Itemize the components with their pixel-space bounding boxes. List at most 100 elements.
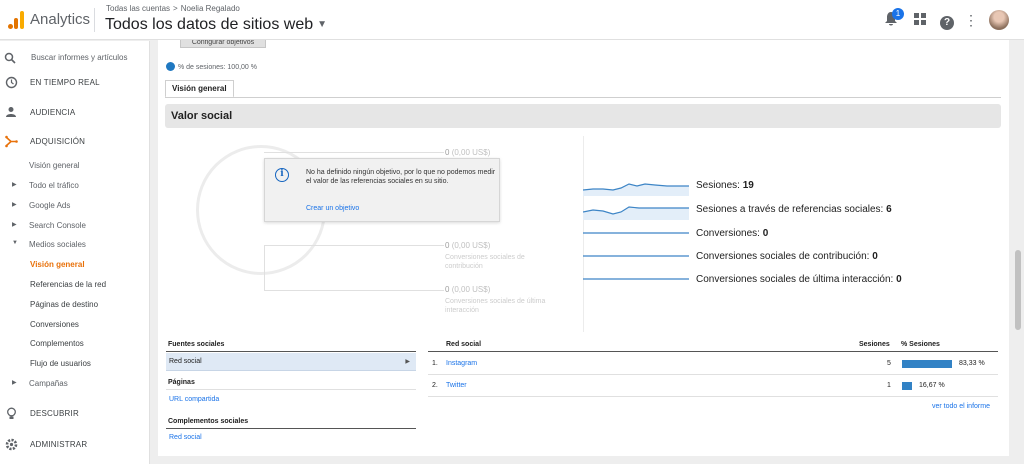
connector-line — [264, 152, 444, 153]
breadcrumb-separator: > — [173, 4, 178, 13]
value-money: (0,00 US$) — [451, 148, 491, 157]
source-social-network-row[interactable]: Red social ▶ — [166, 353, 416, 371]
row-sessions: 5 — [887, 360, 891, 367]
scrollbar[interactable] — [1015, 250, 1021, 330]
sidebar-sub-campaigns[interactable]: ▶ Campañas — [0, 376, 150, 392]
sidebar-sub-landing-pages[interactable]: Páginas de destino — [0, 297, 150, 313]
col-percent-sessions: % Sesiones — [901, 341, 940, 348]
analytics-logo-icon[interactable] — [8, 11, 26, 29]
apps-grid-icon[interactable] — [911, 11, 929, 29]
table-rule — [166, 351, 416, 352]
tab-overview[interactable]: Visión general — [165, 80, 234, 98]
help-icon[interactable]: ? — [938, 11, 956, 30]
sessions-percentage: % de sesiones: 100,00 % — [166, 62, 257, 71]
metric-label: Conversiones sociales de última interacc… — [696, 274, 894, 285]
plugin-social-network-link[interactable]: Red social — [169, 434, 202, 441]
view-selector[interactable]: Todos los datos de sitios web ▼ — [105, 16, 327, 34]
sidebar-sub-social[interactable]: ▼ Medios sociales — [0, 237, 150, 253]
percent-bar — [902, 360, 952, 368]
network-link-instagram[interactable]: Instagram — [446, 360, 477, 367]
metric-value: 0 — [896, 274, 902, 285]
metric-label: Sesiones a través de referencias sociale… — [696, 204, 884, 215]
sidebar-sub-search-console[interactable]: ▶ Search Console — [0, 218, 150, 234]
sidebar-item-label: Campañas — [29, 379, 68, 388]
value-count: 0 — [445, 241, 450, 250]
sidebar-item-label: Referencias de la red — [30, 280, 107, 289]
configure-goals-button[interactable]: Configurar objetivos — [180, 40, 266, 48]
table-rule — [428, 374, 998, 375]
sidebar-sub-google-ads[interactable]: ▶ Google Ads — [0, 198, 150, 214]
lightbulb-icon — [4, 407, 18, 421]
notification-badge[interactable]: 1 — [892, 8, 904, 20]
app-name[interactable]: Analytics — [30, 11, 90, 28]
create-goal-link[interactable]: Crear un objetivo — [306, 205, 359, 212]
sidebar-sub-users-flow[interactable]: Flujo de usuarios — [0, 356, 150, 372]
sidebar-search[interactable]: Buscar informes y artículos — [0, 49, 150, 69]
row-percent: 16,67 % — [919, 382, 945, 389]
chevron-right-icon: ▶ — [405, 359, 410, 365]
view-full-report-link[interactable]: ver todo el informe — [932, 403, 990, 410]
search-input[interactable]: Buscar informes y artículos — [31, 53, 127, 62]
sessions-percentage-text: % de sesiones: 100,00 % — [178, 64, 257, 71]
chevron-down-icon: ▼ — [12, 240, 18, 246]
value-money: (0,00 US$) — [451, 241, 491, 250]
col-sessions: Sesiones — [859, 341, 890, 348]
sidebar-item-label: Complementos — [30, 339, 84, 348]
connector-line — [264, 290, 444, 291]
search-icon[interactable] — [4, 52, 16, 67]
value-caption: Conversiones sociales de contribución — [445, 254, 525, 270]
sidebar-item-acquisition[interactable]: ADQUISICIÓN — [0, 133, 150, 151]
metric-value: 6 — [886, 204, 892, 215]
value-money: (0,00 US$) — [451, 285, 491, 294]
source-label[interactable]: Red social — [169, 358, 202, 365]
caret-down-icon[interactable]: ▼ — [317, 19, 327, 30]
metric-value: 0 — [872, 251, 878, 262]
sidebar-sub-all-traffic[interactable]: ▶ Todo el tráfico — [0, 178, 150, 194]
sidebar-sub-overview[interactable]: Visión general — [0, 158, 150, 174]
tab-divider — [165, 97, 1001, 98]
person-icon — [4, 106, 18, 120]
plugins-header: Complementos sociales — [168, 418, 249, 425]
shared-url-link[interactable]: URL compartida — [169, 396, 219, 403]
sidebar-sub-conversions[interactable]: Conversiones — [0, 317, 150, 333]
more-vert-icon[interactable]: ⋮ — [962, 11, 980, 29]
report-panel: Configurar objetivos % de sesiones: 100,… — [158, 40, 1009, 456]
col-network: Red social — [446, 341, 482, 348]
view-title[interactable]: Todos los datos de sitios web — [105, 16, 313, 33]
sidebar-item-audience[interactable]: AUDIENCIA — [0, 104, 150, 122]
sidebar-item-label: Conversiones — [30, 320, 79, 329]
sources-header: Fuentes sociales — [168, 341, 225, 348]
value-count: 0 — [445, 285, 450, 294]
info-icon: i — [275, 168, 289, 182]
row-index: 2. — [432, 382, 438, 389]
avatar[interactable] — [989, 10, 1009, 30]
metric-label: Conversiones sociales de contribución: — [696, 251, 870, 262]
row-sessions: 1 — [887, 382, 891, 389]
metric-sessions: Sesiones: 19 — [696, 180, 754, 191]
sidebar-item-admin[interactable]: ADMINISTRAR — [0, 436, 150, 454]
sidebar-item-label: ADMINISTRAR — [30, 440, 88, 449]
sparkline-social-sessions — [583, 206, 689, 220]
sparkline-assisted — [583, 255, 689, 257]
breadcrumb[interactable]: Todas las cuentas > Noelia Regalado — [106, 4, 240, 13]
network-link-twitter[interactable]: Twitter — [446, 382, 467, 389]
sidebar-item-label: ADQUISICIÓN — [30, 137, 86, 146]
row-percent: 83,33 % — [959, 360, 985, 367]
sidebar-item-label: EN TIEMPO REAL — [30, 78, 100, 87]
metric-conversions: Conversiones: 0 — [696, 228, 768, 239]
sidebar-item-label: DESCUBRIR — [30, 409, 79, 418]
sidebar-item-label: Flujo de usuarios — [30, 359, 91, 368]
breadcrumb-item[interactable]: Noelia Regalado — [181, 4, 240, 13]
sidebar-item-label: Visión general — [30, 260, 85, 269]
sidebar-sub-plugins[interactable]: Complementos — [0, 336, 150, 352]
sidebar-item-discover[interactable]: DESCUBRIR — [0, 405, 150, 423]
sidebar-item-label: Visión general — [29, 161, 80, 170]
sidebar-sub-social-overview[interactable]: Visión general — [0, 257, 150, 273]
section-title: Valor social — [171, 110, 233, 122]
breadcrumb-item[interactable]: Todas las cuentas — [106, 4, 170, 13]
sparkline-conversions — [583, 232, 689, 234]
chevron-right-icon: ▶ — [12, 222, 17, 228]
sidebar-item-realtime[interactable]: EN TIEMPO REAL — [0, 74, 150, 92]
sidebar-sub-network-referrals[interactable]: Referencias de la red — [0, 277, 150, 293]
sparkline-sessions — [583, 183, 689, 196]
